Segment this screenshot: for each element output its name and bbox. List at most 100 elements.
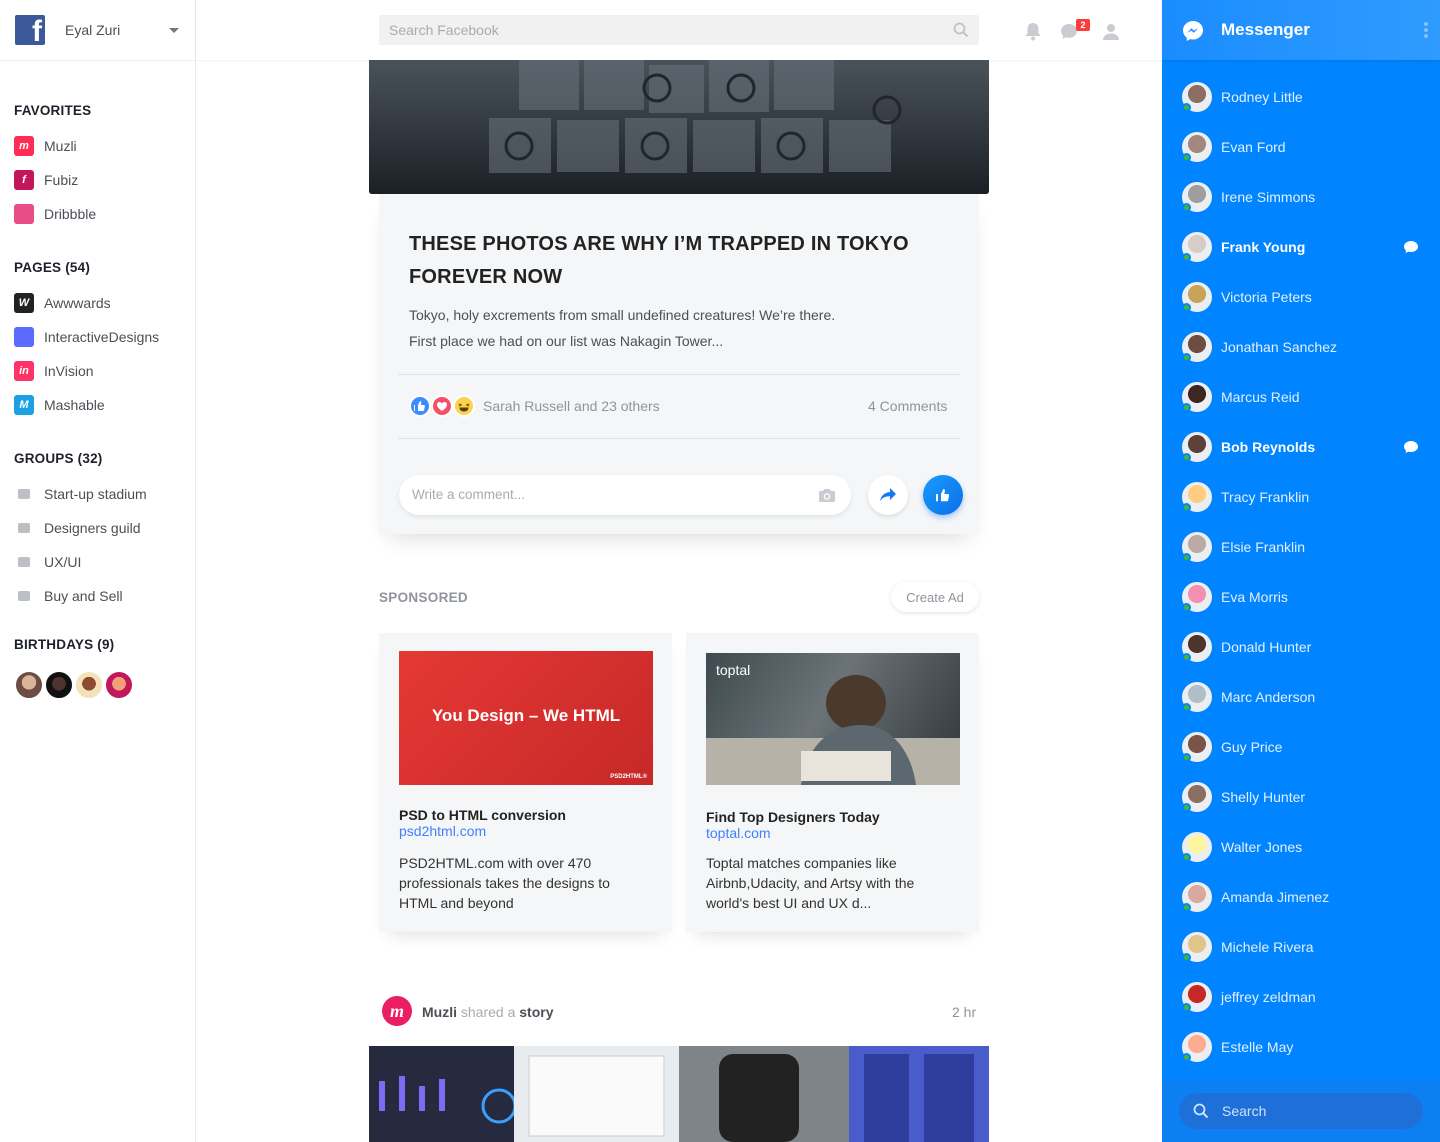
pages-title: PAGES (54): [14, 260, 91, 275]
story-time: 2 hr: [952, 1004, 977, 1020]
contact-item[interactable]: Frank Young: [1162, 227, 1440, 267]
ad-title[interactable]: PSD to HTML conversion: [399, 807, 566, 823]
contact-item[interactable]: Elsie Franklin: [1162, 527, 1440, 567]
sidebar-item[interactable]: Start-up stadium: [14, 484, 147, 504]
create-ad-button[interactable]: Create Ad: [891, 582, 979, 612]
online-status-dot: [1182, 1003, 1191, 1012]
muzli-icon: m: [14, 136, 34, 156]
ad-card-toptal[interactable]: toptal Find Top Designers Today toptal.c…: [686, 633, 979, 932]
tokyo-building-image: [369, 60, 989, 194]
user-name[interactable]: Eyal Zuri: [65, 22, 120, 38]
post-image[interactable]: [369, 60, 989, 194]
sidebar-item[interactable]: m Muzli: [14, 136, 77, 156]
sidebar-item[interactable]: W Awwwards: [14, 293, 111, 313]
sidebar-item-label: Muzli: [44, 138, 77, 154]
comments-count[interactable]: 4 Comments: [868, 398, 951, 414]
avatar[interactable]: [74, 670, 104, 700]
search-icon[interactable]: [953, 22, 969, 38]
messenger-icon: [1183, 21, 1203, 41]
sidebar-item-label: Mashable: [44, 397, 105, 413]
contact-item[interactable]: Walter Jones: [1162, 827, 1440, 867]
share-button[interactable]: [868, 475, 908, 515]
basket-icon: [14, 586, 34, 606]
contact-item[interactable]: Jonathan Sanchez: [1162, 327, 1440, 367]
avatar[interactable]: [104, 670, 134, 700]
sidebar-item[interactable]: M Mashable: [14, 395, 105, 415]
chevron-down-icon[interactable]: [169, 28, 179, 33]
contact-item[interactable]: Victoria Peters: [1162, 277, 1440, 317]
like-button[interactable]: [923, 475, 963, 515]
ad-link[interactable]: toptal.com: [706, 825, 771, 841]
contact-name: Amanda Jimenez: [1221, 889, 1330, 905]
messenger-panel: Messenger Rodney Little Evan Ford Irene Si…: [1162, 0, 1440, 1142]
contact-item[interactable]: Eva Morris: [1162, 577, 1440, 617]
ad-link[interactable]: psd2html.com: [399, 823, 486, 839]
contact-name: Estelle May: [1221, 1039, 1294, 1055]
contact-item[interactable]: Michele Rivera: [1162, 927, 1440, 967]
reactions-text[interactable]: Sarah Russell and 23 others: [483, 398, 660, 414]
contact-item[interactable]: Marc Anderson: [1162, 677, 1440, 717]
camera-icon[interactable]: [818, 488, 836, 503]
contact-name: Elsie Franklin: [1221, 539, 1306, 555]
online-status-dot: [1182, 153, 1191, 162]
divider: [0, 60, 196, 61]
story-author[interactable]: Muzli: [422, 1004, 457, 1020]
contact-item[interactable]: Estelle May: [1162, 1027, 1440, 1067]
ad-banner-brand: toptal: [716, 662, 751, 678]
bell-icon[interactable]: [1024, 22, 1042, 41]
contact-item[interactable]: Amanda Jimenez: [1162, 877, 1440, 917]
sidebar-item[interactable]: in InVision: [14, 361, 94, 381]
search-input[interactable]: Search Facebook: [379, 15, 979, 45]
ad-card-psd2html[interactable]: You Design – We HTML PSD2HTML® PSD to HT…: [379, 633, 672, 932]
sidebar-item-label: Awwwards: [44, 295, 111, 311]
sidebar-item[interactable]: Buy and Sell: [14, 586, 123, 606]
contact-item[interactable]: Donald Hunter: [1162, 627, 1440, 667]
sidebar-item[interactable]: f Fubiz: [14, 170, 78, 190]
contact-item[interactable]: Guy Price: [1162, 727, 1440, 767]
sidebar-item[interactable]: Dribbble: [14, 204, 96, 224]
sidebar-item-label: Designers guild: [44, 520, 141, 536]
share-icon: [880, 488, 896, 501]
contact-item[interactable]: Shelly Hunter: [1162, 777, 1440, 817]
contact-item[interactable]: Bob Reynolds: [1162, 427, 1440, 467]
sidebar-item[interactable]: InteractiveDesigns: [14, 327, 159, 347]
ad-title[interactable]: Find Top Designers Today: [706, 809, 880, 825]
online-status-dot: [1182, 703, 1191, 712]
contact-name: Evan Ford: [1221, 139, 1286, 155]
more-options-icon[interactable]: [1423, 21, 1429, 39]
server-icon: [14, 552, 34, 572]
comment-input[interactable]: Write a comment...: [399, 475, 851, 515]
facebook-app: f Eyal Zuri FAVORITES m Muzli f Fubiz Dribbb…: [0, 0, 1440, 1142]
sidebar-item[interactable]: Designers guild: [14, 518, 141, 538]
messenger-search-input[interactable]: Search: [1179, 1093, 1423, 1129]
contact-item[interactable]: Evan Ford: [1162, 127, 1440, 167]
search-icon: [1193, 1103, 1209, 1119]
avatar[interactable]: [14, 670, 44, 700]
ad-banner[interactable]: toptal: [706, 653, 960, 785]
interactivedesigns-icon: [14, 327, 34, 347]
ad-text: Toptal matches companies like Airbnb,Uda…: [706, 855, 915, 911]
muzli-avatar[interactable]: m: [382, 996, 412, 1026]
contact-item[interactable]: Rodney Little: [1162, 77, 1440, 117]
online-status-dot: [1182, 603, 1191, 612]
story-image[interactable]: [369, 1046, 989, 1142]
post-title[interactable]: THESE PHOTOS ARE WHY I’M TRAPPED IN TOKY…: [409, 228, 929, 294]
contact-item[interactable]: Marcus Reid: [1162, 377, 1440, 417]
contact-item[interactable]: Irene Simmons: [1162, 177, 1440, 217]
facebook-logo-icon[interactable]: f: [15, 15, 45, 45]
online-status-dot: [1182, 903, 1191, 912]
story-object[interactable]: story: [519, 1004, 553, 1020]
sidebar-item[interactable]: UX/UI: [14, 552, 81, 572]
sidebar-item-label: Buy and Sell: [44, 588, 123, 604]
post-body: Tokyo, holy excrements from small undefi…: [409, 302, 929, 354]
online-status-dot: [1182, 553, 1191, 562]
avatar[interactable]: [44, 670, 74, 700]
left-sidebar: f Eyal Zuri FAVORITES m Muzli f Fubiz Dribbb…: [0, 0, 196, 1142]
ad-banner[interactable]: You Design – We HTML PSD2HTML®: [399, 651, 653, 785]
user-icon[interactable]: [1102, 23, 1120, 41]
contact-name: Bob Reynolds: [1221, 439, 1316, 455]
contact-item[interactable]: Tracy Franklin: [1162, 477, 1440, 517]
contact-item[interactable]: jeffrey zeldman: [1162, 977, 1440, 1017]
online-status-dot: [1182, 253, 1191, 262]
contact-name: Rodney Little: [1221, 89, 1303, 105]
